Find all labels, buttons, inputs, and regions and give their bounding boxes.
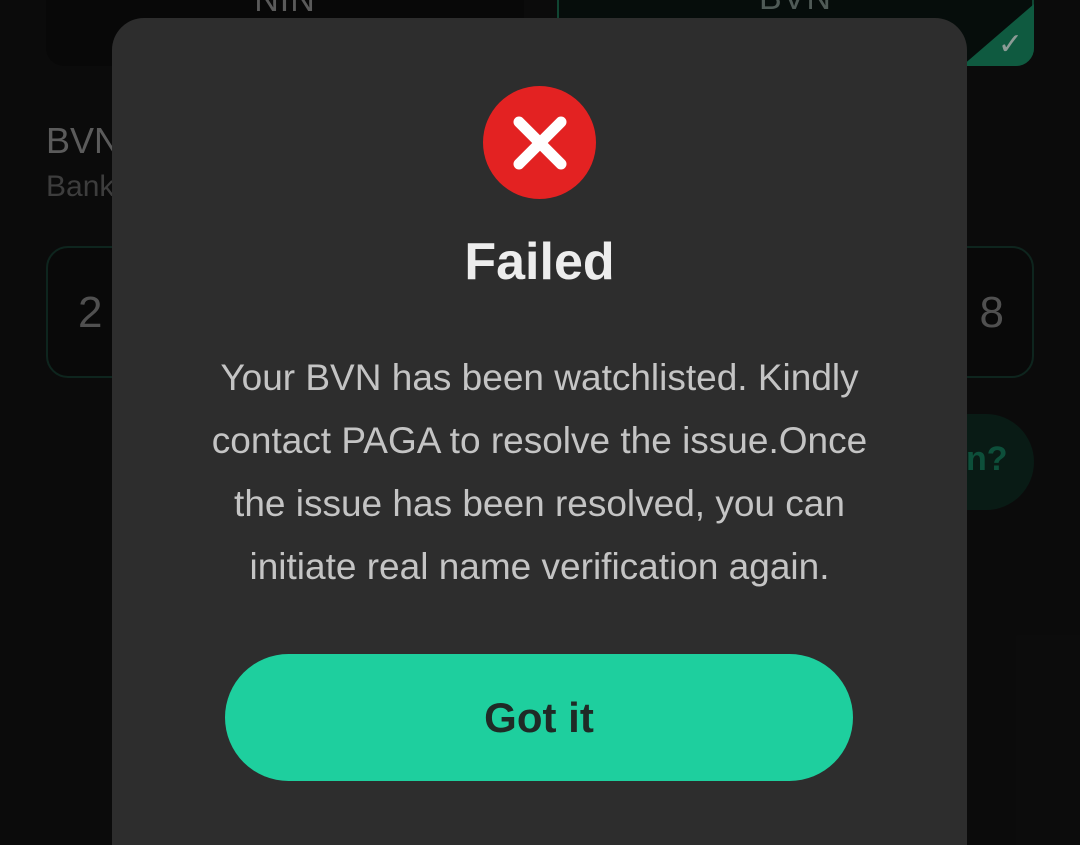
failed-dialog: Failed Your BVN has been watchlisted. Ki… [112, 18, 967, 845]
dialog-message: Your BVN has been watchlisted. Kindly co… [211, 357, 868, 587]
x-glyph-icon [513, 116, 566, 169]
dialog-title: Failed [464, 233, 615, 291]
got-it-button[interactable]: Got it [225, 654, 853, 781]
error-x-icon [483, 86, 596, 199]
screen: NIN BVN ✓ BVN Bank 2 8 n? Failed Your BV… [0, 0, 1080, 845]
